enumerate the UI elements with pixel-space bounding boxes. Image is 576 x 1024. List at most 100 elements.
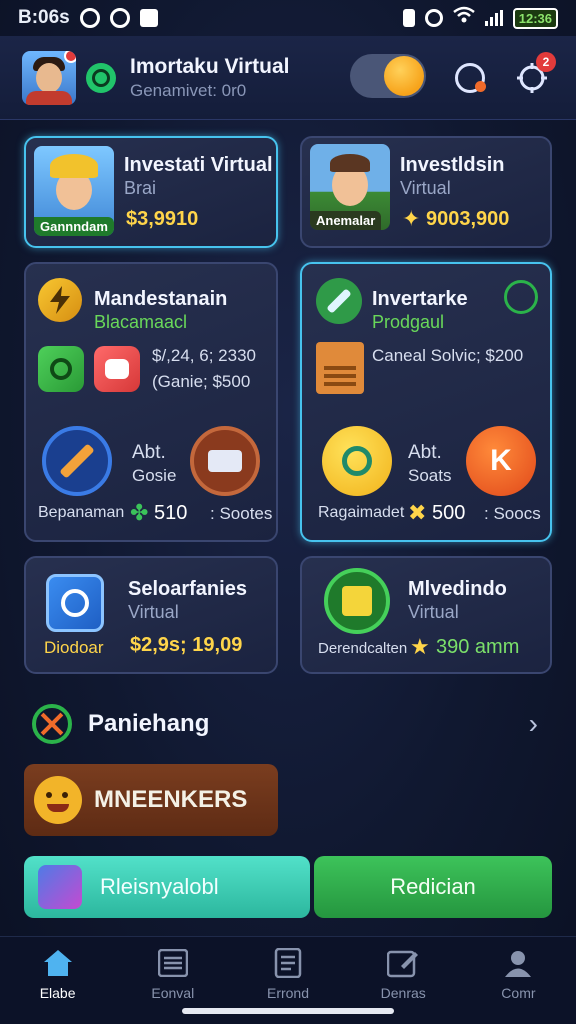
gift-icon — [94, 346, 140, 392]
card-title: Invertarke — [372, 288, 468, 310]
online-status-icon — [86, 62, 116, 93]
row-label: Paniehang — [88, 710, 210, 737]
investment-card-4[interactable]: Invertarke Prodgaul Caneal Solvic; $200 … — [300, 262, 552, 542]
signal-icon — [484, 10, 503, 26]
document-icon — [272, 947, 304, 979]
mode-toggle[interactable] — [350, 54, 426, 98]
tools-icon: K — [466, 426, 536, 496]
footer-value: $2,9s; 19,09 — [130, 634, 243, 656]
avatar-badge — [64, 50, 76, 63]
footer-value: 510 — [154, 502, 188, 524]
lightning-icon — [38, 278, 82, 322]
circle-subtitle: Gosie — [132, 466, 177, 485]
investor-portrait: Anemalar — [310, 144, 390, 230]
portrait-tag: Gannndam — [34, 217, 114, 236]
investment-card-1[interactable]: Gannndam Investati Virtual Brai $3,9910 — [24, 136, 278, 248]
star-icon: ★ — [410, 634, 430, 659]
list-icon — [157, 947, 189, 979]
circle-title: Abt. — [132, 442, 166, 463]
mute-icon — [402, 9, 415, 27]
card-title: Investati Virtual — [124, 154, 273, 176]
notification-badge: 2 — [536, 52, 556, 72]
investment-card-5[interactable]: Seloarfanies Virtual Diodoar $2,9s; 19,0… — [24, 556, 278, 674]
chart-icon — [38, 346, 84, 392]
investment-card-3[interactable]: Mandestanain Blacamaacl $/,24, 6; 2330 (… — [24, 262, 278, 542]
primary-button-label: Redician — [390, 874, 476, 899]
battery-indicator: 12:36 — [512, 7, 558, 29]
nav-label: Comr — [501, 985, 536, 1001]
card-stat: Caneal Solvic; $200 — [372, 346, 524, 365]
investor-portrait: Gannndam — [34, 146, 114, 236]
footer-value: 500 — [432, 502, 466, 524]
media-icon — [79, 8, 100, 28]
card-subtitle: Blacamaacl — [94, 312, 188, 332]
promo-banner[interactable]: MNEENKERS — [24, 764, 278, 836]
notification-icon — [139, 9, 158, 27]
status-bar: B:06s 12:36 — [0, 0, 576, 36]
card-title: Mlvedindo — [408, 578, 507, 600]
search-icon[interactable] — [452, 60, 488, 96]
footer-extra: : Soocs — [484, 504, 541, 523]
chevron-right-icon: › — [528, 708, 538, 739]
crossed-tools-icon — [46, 574, 104, 632]
card-title: Seloarfanies — [128, 578, 247, 600]
avatar[interactable] — [22, 50, 76, 105]
app-icon — [38, 865, 82, 909]
card-subtitle: Brai — [124, 178, 157, 198]
document-icon — [316, 342, 364, 394]
card-stat: $/,24, 6; 2330 — [152, 346, 256, 365]
circle-subtitle: Soats — [408, 466, 452, 485]
settings-icon[interactable]: 2 — [514, 52, 556, 96]
messenger-icon — [109, 8, 130, 28]
nav-label: Denras — [380, 985, 426, 1001]
wifi-icon — [452, 6, 475, 30]
status-time: B:06s — [18, 7, 70, 28]
banner-label: MNEENKERS — [94, 786, 248, 813]
home-icon — [42, 947, 74, 979]
ranking-row[interactable]: Paniehang › — [24, 696, 552, 752]
card-title: Investldsin — [400, 154, 505, 176]
page-title: Imortaku Virtual — [130, 54, 290, 78]
nav-profile[interactable]: Comr — [461, 937, 576, 1024]
nav-label: Errond — [266, 985, 310, 1001]
card-subtitle: Virtual — [128, 602, 179, 622]
circle-title: Abt. — [408, 442, 442, 463]
card-subtitle: Virtual — [408, 602, 459, 622]
smiley-icon — [34, 776, 82, 824]
footer-label: Ragaimadet — [318, 504, 405, 521]
refresh-icon[interactable] — [504, 280, 538, 314]
footer-extra: : Sootes — [210, 504, 273, 523]
hotspot-icon — [424, 9, 443, 27]
card-subtitle: Prodgaul — [372, 312, 445, 332]
card-value: 9003,900 — [426, 208, 510, 230]
card-stat: (Ganie; $500 — [152, 372, 251, 391]
footer-label: Bepanaman — [38, 504, 125, 521]
edit-icon — [387, 947, 419, 979]
footer-label: Derendcalten — [318, 640, 408, 657]
user-icon — [502, 947, 534, 979]
link-icon — [322, 426, 392, 496]
footer-label: Diodoar — [44, 638, 104, 657]
card-title: Mandestanain — [94, 288, 228, 310]
investment-card-6[interactable]: Mlvedindo Virtual Derendcalten ★ 390 amm — [300, 556, 552, 674]
clover-icon: ✤ — [130, 500, 149, 525]
compass-icon — [316, 278, 362, 324]
portrait-tag: Anemalar — [310, 211, 382, 230]
page-subtitle: Genamivet: 0r0 — [130, 80, 247, 100]
secondary-button-label: Rleisnyalobl — [100, 874, 219, 899]
home-indicator — [182, 1008, 394, 1014]
app-header: Imortaku Virtual Genamivet: 0r0 2 — [0, 36, 576, 120]
nav-home[interactable]: Elabe — [0, 937, 115, 1024]
star-icon: ✦ — [402, 206, 421, 231]
footer-value: 390 amm — [436, 636, 520, 658]
crossed-swords-icon — [32, 704, 72, 744]
pencil-icon — [42, 426, 112, 496]
card-value: $3,9910 — [126, 208, 199, 230]
secondary-button[interactable]: Rleisnyalobl — [24, 856, 310, 918]
primary-button[interactable]: Redician — [314, 856, 552, 918]
investment-card-2[interactable]: Anemalar Investldsin Virtual ✦ 9003,900 — [300, 136, 552, 248]
nav-label: Eonval — [151, 985, 195, 1001]
card-subtitle: Virtual — [400, 178, 451, 198]
shield-icon — [324, 568, 390, 634]
ticket-icon — [190, 426, 260, 496]
